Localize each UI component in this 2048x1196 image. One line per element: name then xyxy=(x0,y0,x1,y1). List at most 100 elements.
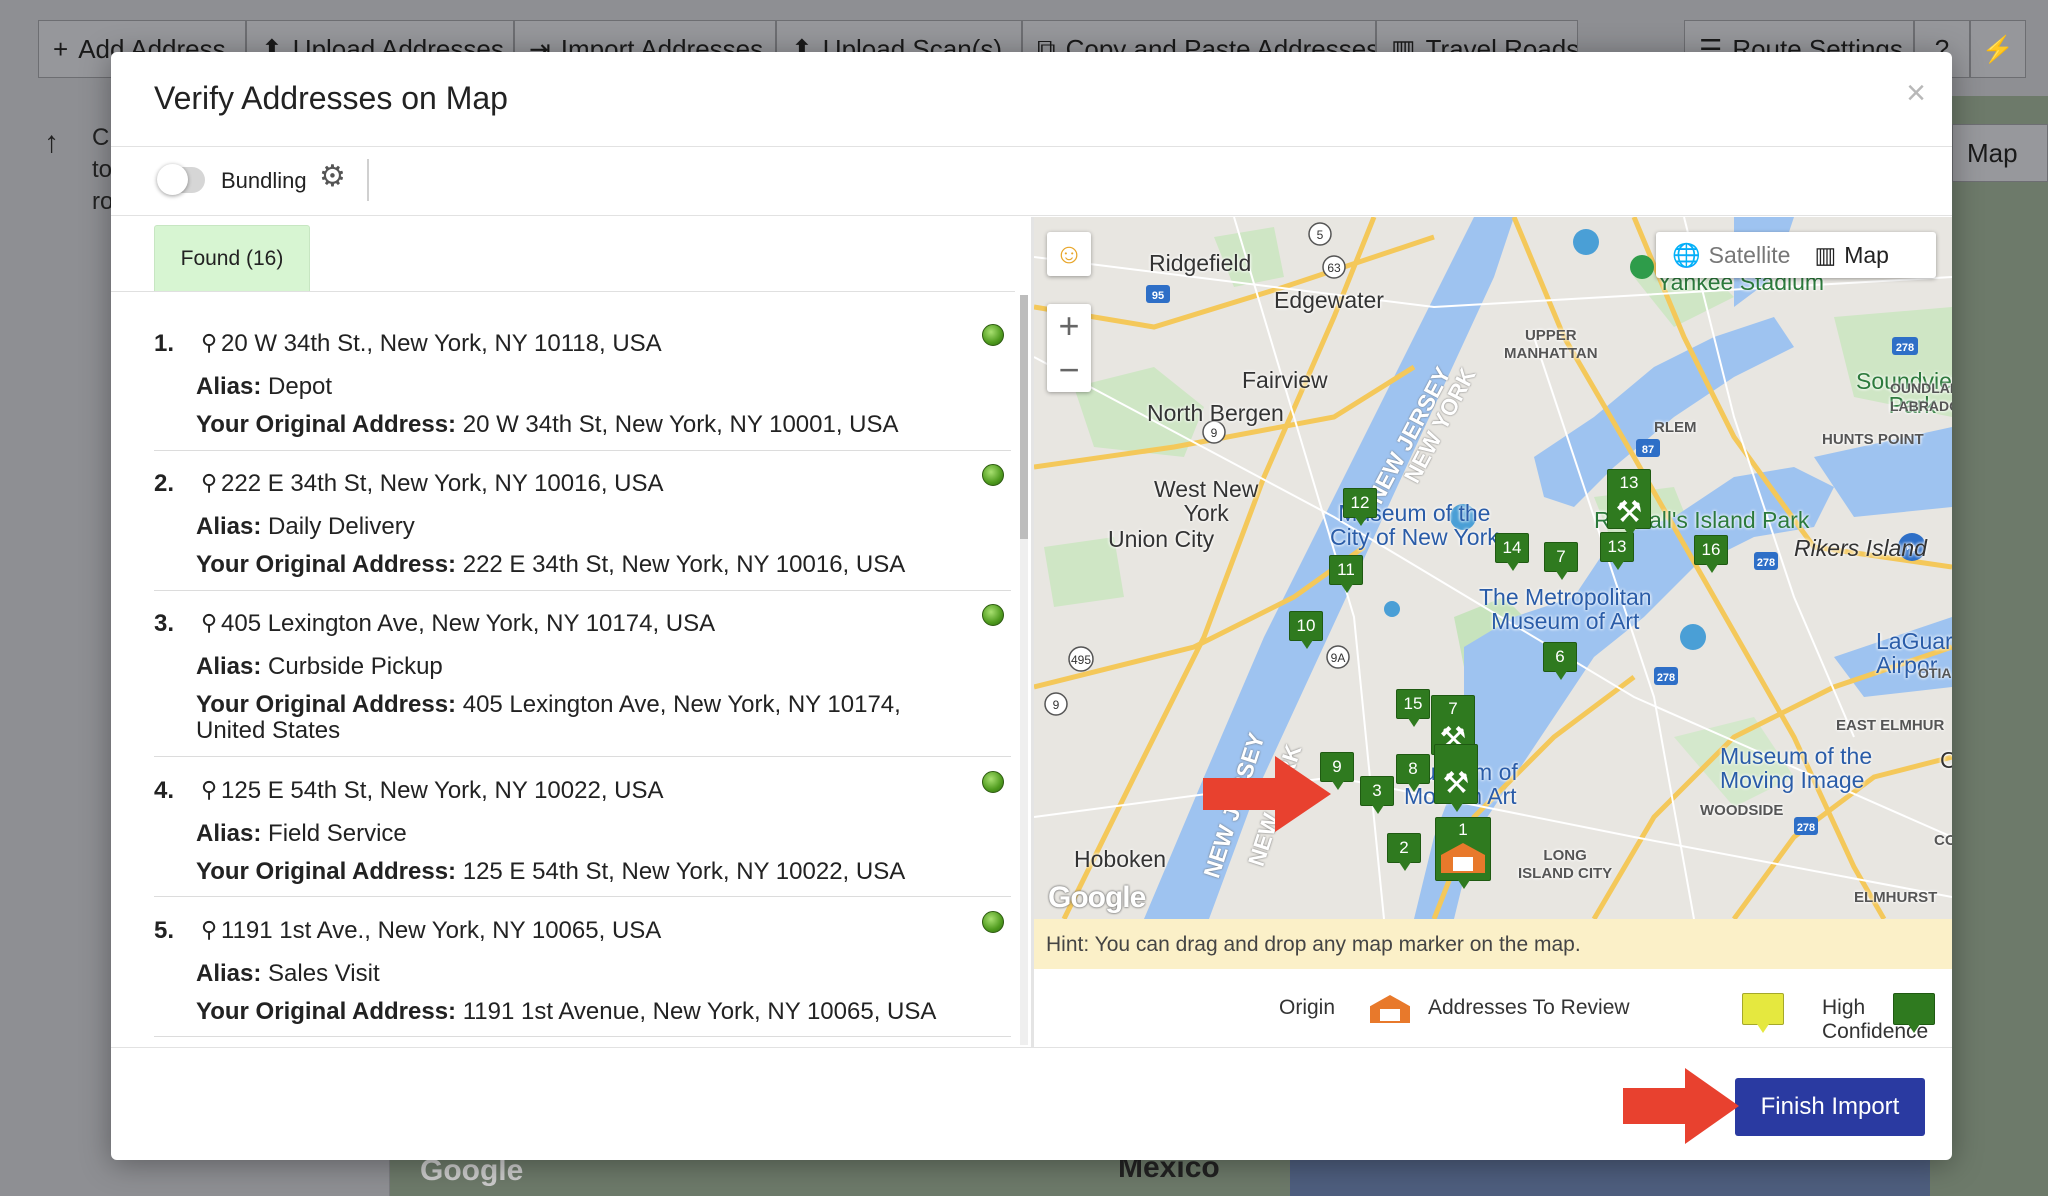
map-background: 9527887278278278 56399A4959 ✈ xyxy=(1034,217,1952,919)
address-number: 3. xyxy=(154,610,175,637)
map-marker[interactable]: 3 xyxy=(1360,776,1394,814)
annotation-arrow-icon xyxy=(1203,756,1331,832)
address-text: 20 W 34th St., New York, NY 10118, USA xyxy=(221,330,662,357)
address-item[interactable]: 1. ⚲ 20 W 34th St., New York, NY 10118, … xyxy=(154,324,1011,451)
map-marker[interactable]: 7 xyxy=(1544,542,1578,580)
confidence-dot-icon xyxy=(982,604,1004,626)
bolt-button[interactable]: ⚡ xyxy=(1970,20,2026,78)
map-button[interactable]: ▥ Map xyxy=(1790,242,1888,269)
address-original: Your Original Address: 405 Lexington Ave… xyxy=(196,691,901,744)
svg-text:278: 278 xyxy=(1896,342,1914,354)
satellite-button[interactable]: 🌐 Satellite xyxy=(1656,242,1790,269)
svg-text:9: 9 xyxy=(1053,698,1060,712)
svg-text:63: 63 xyxy=(1327,261,1341,275)
address-item[interactable]: 2. ⚲ 222 E 34th St, New York, NY 10016, … xyxy=(154,464,1011,591)
close-icon[interactable]: × xyxy=(1906,74,1926,113)
zoom-in-button[interactable]: + xyxy=(1047,304,1091,348)
address-item[interactable]: 4. ⚲ 125 E 54th St, New York, NY 10022, … xyxy=(154,771,1011,897)
map-marker[interactable]: 15 xyxy=(1396,689,1430,727)
map-label: ELMHURST xyxy=(1854,889,1938,906)
map-label: OUNDLAND LABRADOR xyxy=(1890,380,1952,414)
map-label: West New York xyxy=(1154,476,1259,526)
verify-addresses-modal: Verify Addresses on Map × Bundling ⚙ Fou… xyxy=(111,52,1952,1160)
map-hint: Hint: You can drag and drop any map mark… xyxy=(1034,919,1952,969)
map-label: Fairview xyxy=(1242,367,1328,393)
map-pin-icon: ⚲ xyxy=(201,610,218,635)
map-label: OTIA xyxy=(1918,665,1952,681)
address-alias: Alias: Field Service xyxy=(196,820,407,847)
address-original: Your Original Address: 125 E 54th St, Ne… xyxy=(196,858,906,885)
map-marker[interactable]: 11 xyxy=(1329,555,1363,593)
map-label: North Bergen xyxy=(1147,400,1284,426)
high-confidence-legend-icon xyxy=(1893,993,1935,1033)
map-marker[interactable]: 12 xyxy=(1343,488,1377,526)
map-label: LONG ISLAND CITY xyxy=(1518,847,1613,882)
map-label: C xyxy=(1940,747,1952,773)
map-label: EAST ELMHUR xyxy=(1836,717,1945,734)
svg-text:95: 95 xyxy=(1152,290,1164,302)
map-label: RLEM xyxy=(1654,419,1697,436)
map-label: Rikers Island xyxy=(1794,535,1927,561)
confidence-dot-icon xyxy=(982,324,1004,346)
address-number: 2. xyxy=(154,470,175,497)
map-label: Union City xyxy=(1108,526,1215,552)
map-label: Ridgefield xyxy=(1149,250,1252,276)
address-original: Your Original Address: 1191 1st Avenue, … xyxy=(196,998,937,1025)
address-number: 4. xyxy=(154,777,175,804)
legend-origin-label: Origin xyxy=(1279,996,1336,1019)
gear-icon[interactable]: ⚙ xyxy=(319,162,346,192)
map-type-control: 🌐 Satellite ▥ Map xyxy=(1656,232,1936,278)
map-pin-icon: ⚲ xyxy=(201,470,218,495)
map-marker[interactable]: 14 xyxy=(1495,533,1529,571)
map-marker[interactable]: 6 xyxy=(1543,642,1577,680)
map-marker[interactable]: 13 ⚒ xyxy=(1607,469,1651,537)
verify-map[interactable]: 95 278 87 278 278 278 5 63 9 9A 495 9 ✈ Ridgefield… xyxy=(1034,217,1952,919)
address-alias: Alias: Depot xyxy=(196,373,333,400)
bundling-toggle[interactable] xyxy=(157,164,205,195)
zoom-control: + − xyxy=(1047,304,1091,392)
map-label: UPPER MANHATTAN xyxy=(1504,327,1598,362)
map-marker[interactable]: ⚒ xyxy=(1434,744,1478,812)
map-label: The Metropolitan Museum of Art xyxy=(1479,584,1652,634)
address-original: Your Original Address: 222 E 34th St, Ne… xyxy=(196,551,906,578)
map-label: COF xyxy=(1934,832,1952,849)
svg-text:5: 5 xyxy=(1317,228,1324,242)
review-legend-icon xyxy=(1742,993,1784,1033)
finish-import-button[interactable]: Finish Import xyxy=(1735,1078,1925,1136)
list-scrollbar-thumb[interactable] xyxy=(1020,295,1028,539)
address-item[interactable]: 3. ⚲ 405 Lexington Ave, New York, NY 101… xyxy=(154,604,1011,757)
globe-icon: 🌐 xyxy=(1672,241,1701,268)
map-marker[interactable]: 16 xyxy=(1694,535,1728,573)
modal-options-bar xyxy=(111,148,1952,216)
address-text: 222 E 34th St, New York, NY 10016, USA xyxy=(221,470,664,497)
svg-text:278: 278 xyxy=(1657,672,1675,684)
map-marker[interactable]: 2 xyxy=(1387,833,1421,871)
svg-text:87: 87 xyxy=(1642,444,1654,456)
tools-icon: ⚒ xyxy=(1615,496,1643,529)
legend-review-label: Addresses To Review xyxy=(1428,996,1630,1019)
address-alias: Alias: Daily Delivery xyxy=(196,513,415,540)
address-alias: Alias: Sales Visit xyxy=(196,960,380,987)
map-pin-icon: ⚲ xyxy=(201,917,218,942)
map-marker[interactable]: 10 xyxy=(1289,611,1323,649)
annotation-arrow-icon xyxy=(1623,1068,1739,1144)
svg-text:278: 278 xyxy=(1757,557,1775,569)
divider xyxy=(367,159,369,201)
svg-text:278: 278 xyxy=(1797,822,1815,834)
origin-map-marker[interactable]: 1 xyxy=(1435,817,1491,889)
address-list-pane: Found (16) 1. ⚲ 20 W 34th St., New York,… xyxy=(111,217,1031,1047)
tab-found[interactable]: Found (16) xyxy=(154,225,310,291)
background-map-button[interactable]: Map xyxy=(1952,124,2048,182)
map-pin-icon: ⚲ xyxy=(201,330,218,355)
street-view-pegman-icon[interactable]: ☺ xyxy=(1047,232,1091,276)
address-alias: Alias: Curbside Pickup xyxy=(196,653,443,680)
bundling-label: Bundling xyxy=(221,168,307,193)
zoom-out-button[interactable]: − xyxy=(1047,348,1091,392)
address-item[interactable]: 5. ⚲ 1191 1st Ave., New York, NY 10065, … xyxy=(154,911,1011,1037)
address-text: 125 E 54th St, New York, NY 10022, USA xyxy=(221,777,664,804)
modal-title: Verify Addresses on Map xyxy=(154,80,508,116)
map-marker[interactable]: 8 xyxy=(1396,754,1430,792)
map-label: Edgewater xyxy=(1274,287,1384,313)
map-label: Museum of the Moving Image xyxy=(1720,743,1873,793)
origin-legend-icon xyxy=(1370,995,1410,1023)
